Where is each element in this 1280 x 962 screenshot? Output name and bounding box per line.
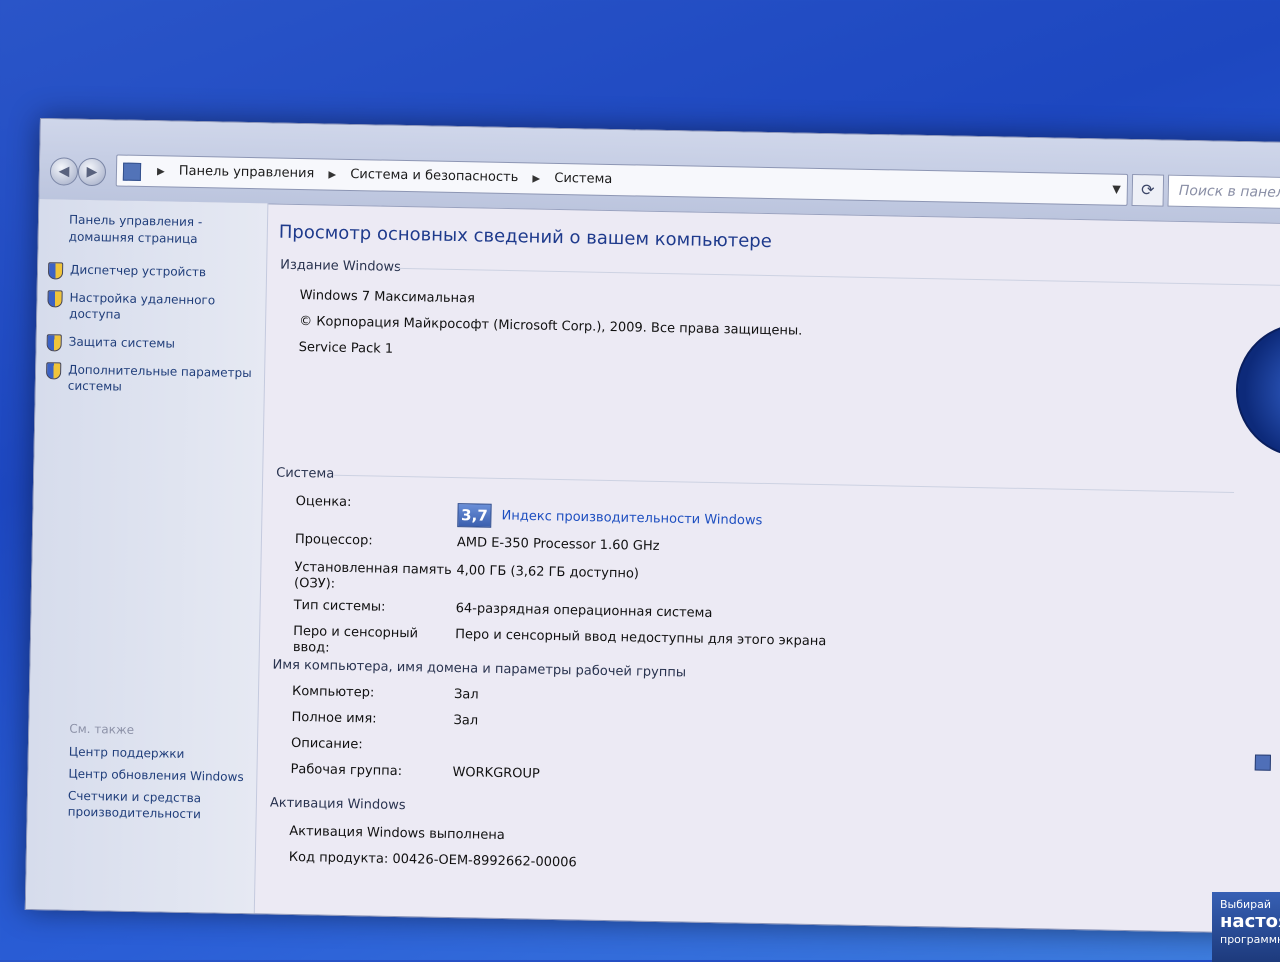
divider xyxy=(334,474,1235,493)
shield-icon xyxy=(46,334,62,352)
see-also-action-center[interactable]: Центр поддержки xyxy=(69,744,249,763)
shield-icon xyxy=(47,290,63,308)
see-also-performance-tools[interactable]: Счетчики и средства производительности xyxy=(68,788,249,823)
memory-value: 4,00 ГБ (3,62 ГБ доступно) xyxy=(456,563,640,582)
system-type-label: Тип системы: xyxy=(293,597,386,615)
see-also-title: См. также xyxy=(69,721,135,737)
back-button[interactable]: ◀ xyxy=(49,157,79,186)
corner-ad-line3: программное xyxy=(1220,933,1280,946)
sidebar-item-label: Дополнительные параметры системы xyxy=(67,362,252,394)
pen-touch-value: Перо и сенсорный ввод недоступны для это… xyxy=(455,627,827,650)
rating-label: Оценка: xyxy=(295,493,352,511)
pen-touch-label: Перо и сенсорный ввод: xyxy=(292,623,419,656)
edition-copyright: © Корпорация Майкрософт (Microsoft Corp.… xyxy=(298,314,803,339)
sidebar-item-device-manager[interactable]: Диспетчер устройств xyxy=(47,261,258,281)
forward-button[interactable]: ▶ xyxy=(77,157,107,187)
computer-value: Зал xyxy=(453,687,479,703)
divider xyxy=(398,267,1280,287)
workgroup-label: Рабочая группа: xyxy=(290,761,403,780)
sidebar-item-label: Диспетчер устройств xyxy=(69,262,207,280)
full-name-value: Зал xyxy=(453,713,479,729)
computer-label: Компьютер: xyxy=(291,683,375,701)
full-name-label: Полное имя: xyxy=(291,709,377,727)
see-also-section: См. также Центр поддержки Центр обновлен… xyxy=(67,722,249,829)
processor-label: Процессор: xyxy=(294,531,373,549)
edition-heading: Издание Windows xyxy=(280,257,402,275)
refresh-button[interactable]: ⟳ xyxy=(1131,173,1165,207)
shield-icon xyxy=(47,262,64,280)
processor-value: AMD E-350 Processor 1.60 GHz xyxy=(456,535,660,554)
sidebar: Панель управления - домашняя страница Ди… xyxy=(25,199,269,914)
system-window: ◀ ▶ ▶ Панель управления ▶ Система и безо… xyxy=(24,118,1280,935)
sidebar-item-remote-settings[interactable]: Настройка удаленного доступа xyxy=(47,289,258,325)
chevron-right-icon[interactable]: ▶ xyxy=(328,161,336,191)
memory-label: Установленная память (ОЗУ): xyxy=(293,559,452,592)
activation-status: Активация Windows выполнена xyxy=(289,823,505,844)
performance-index-link[interactable]: Индекс производительности Windows xyxy=(501,508,762,528)
corner-ad-line1: Выбирай xyxy=(1220,898,1272,911)
see-also-windows-update[interactable]: Центр обновления Windows xyxy=(68,766,248,785)
chevron-down-icon[interactable]: ▼ xyxy=(1112,175,1121,205)
breadcrumb-system-security[interactable]: Система и безопасность xyxy=(350,160,519,193)
activation-heading: Активация Windows xyxy=(269,795,406,814)
shield-icon[interactable] xyxy=(1254,754,1272,771)
sidebar-item-system-protection[interactable]: Защита системы xyxy=(46,333,257,353)
breadcrumb-system[interactable]: Система xyxy=(554,164,613,195)
edition-name: Windows 7 Максимальная xyxy=(299,288,475,307)
system-heading: Система xyxy=(276,465,335,482)
main-content: Просмотр основных сведений о вашем компь… xyxy=(266,204,1280,934)
edition-service-pack: Service Pack 1 xyxy=(298,340,394,357)
system-type-value: 64-разрядная операционная система xyxy=(455,601,713,621)
page-title: Просмотр основных сведений о вашем компь… xyxy=(278,221,772,253)
control-panel-icon xyxy=(122,162,142,181)
breadcrumb: ▶ Панель управления ▶ Система и безопасн… xyxy=(147,156,613,196)
corner-ad[interactable]: Выбирай настоя программное xyxy=(1212,892,1280,962)
sidebar-item-label: Защита системы xyxy=(68,334,176,351)
rating-score-badge[interactable]: 3,7 xyxy=(457,503,492,528)
sidebar-item-advanced-settings[interactable]: Дополнительные параметры системы xyxy=(45,361,257,397)
computer-name-heading: Имя компьютера, имя домена и параметры р… xyxy=(272,657,687,681)
sidebar-item-label: Настройка удаленного доступа xyxy=(69,290,216,322)
description-label: Описание: xyxy=(290,735,363,753)
chevron-right-icon[interactable]: ▶ xyxy=(157,157,165,187)
address-bar[interactable]: ▶ Панель управления ▶ Система и безопасн… xyxy=(115,154,1129,206)
sidebar-tasks: Диспетчер устройств Настройка удаленного… xyxy=(45,261,258,409)
chevron-right-icon[interactable]: ▶ xyxy=(532,164,540,194)
corner-ad-line2: настоя xyxy=(1220,911,1280,932)
workgroup-value: WORKGROUP xyxy=(452,765,540,782)
sidebar-home-link[interactable]: Панель управления - домашняя страница xyxy=(69,212,250,249)
breadcrumb-control-panel[interactable]: Панель управления xyxy=(179,157,315,190)
product-key: Код продукта: 00426-OEM-8992662-00006 xyxy=(288,849,577,871)
search-input[interactable]: Поиск в панели xyxy=(1167,174,1280,211)
shield-icon xyxy=(45,362,62,380)
